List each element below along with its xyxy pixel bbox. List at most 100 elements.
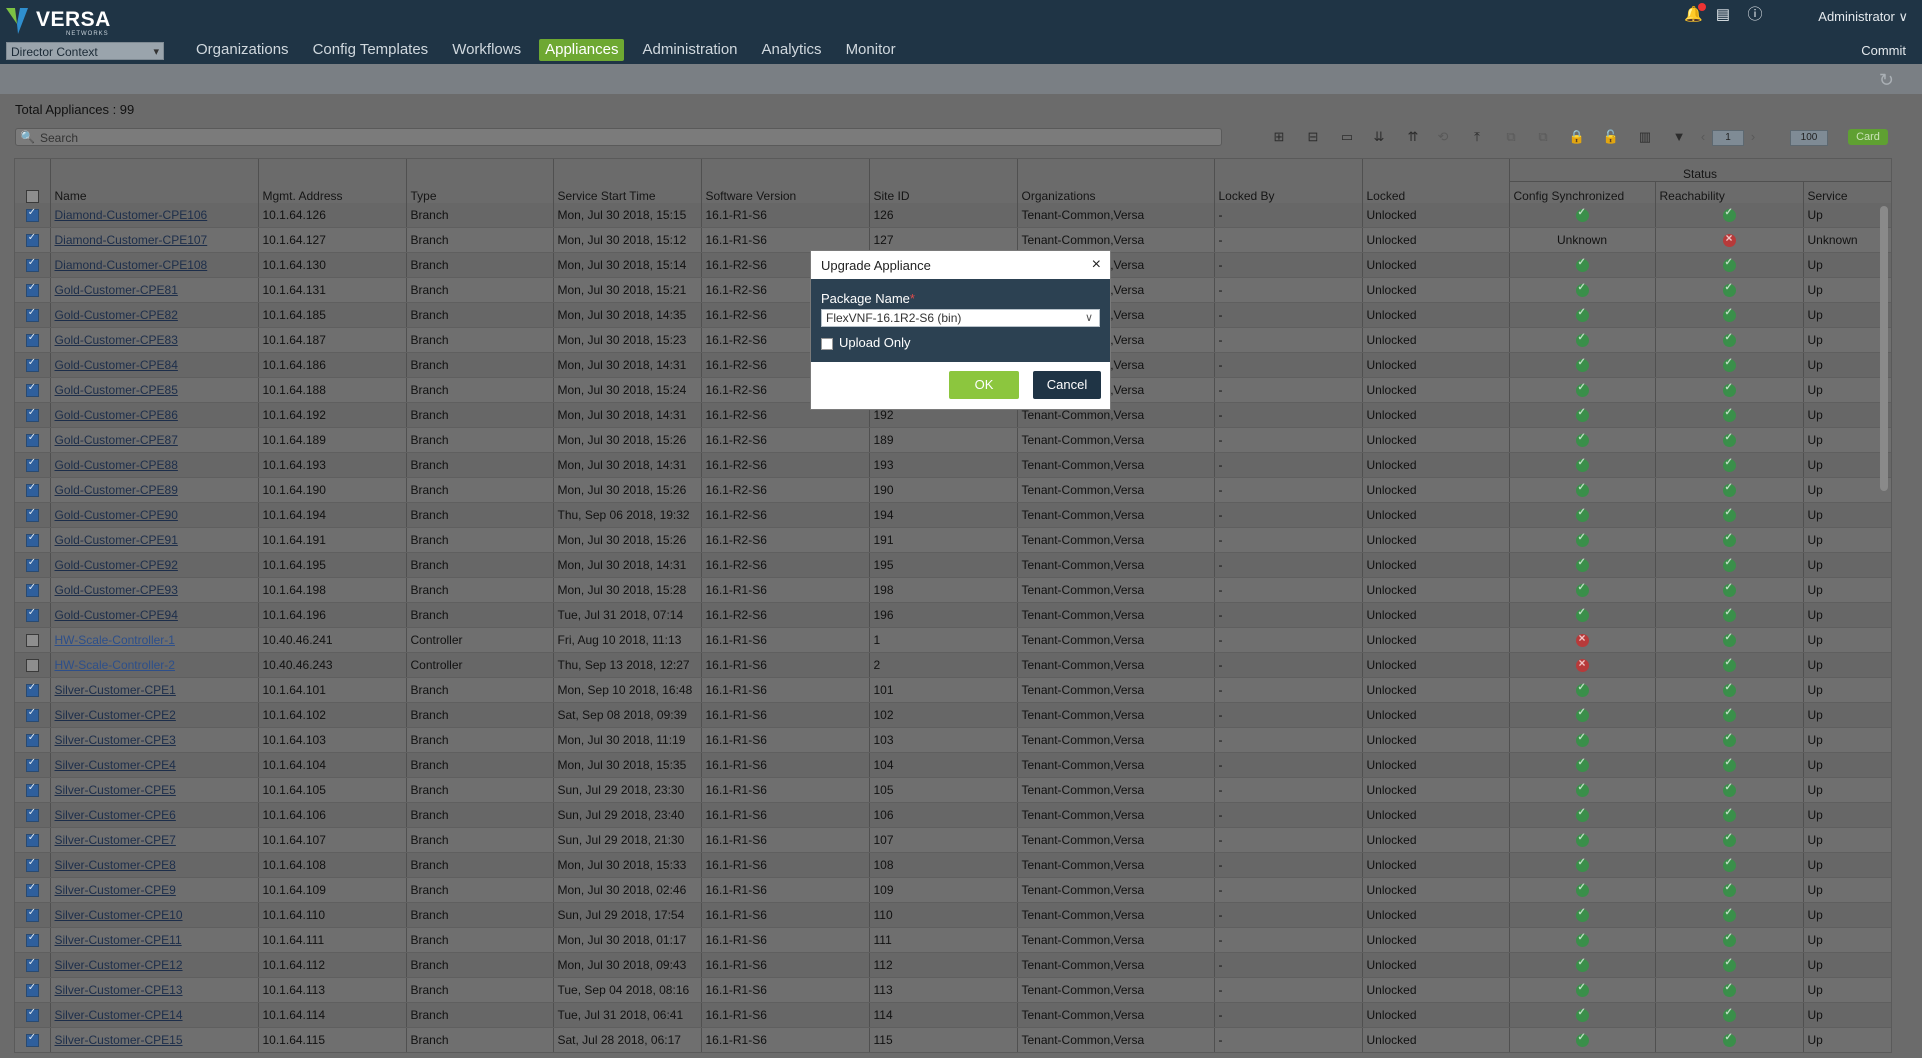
- appliance-name-link[interactable]: Gold-Customer-CPE81: [55, 283, 178, 297]
- nav-workflows[interactable]: Workflows: [446, 39, 527, 61]
- appliance-name-link[interactable]: Gold-Customer-CPE93: [55, 583, 178, 597]
- nav-organizations[interactable]: Organizations: [190, 39, 295, 61]
- page-number-input[interactable]: 1: [1712, 130, 1744, 146]
- tasks-list-icon[interactable]: ▤: [1714, 6, 1732, 24]
- versa-logo[interactable]: VERSA NETWORKS: [6, 6, 116, 37]
- appliance-name-link[interactable]: Gold-Customer-CPE84: [55, 358, 178, 372]
- row-checkbox[interactable]: [25, 782, 39, 798]
- table-row[interactable]: Silver-Customer-CPE14 10.1.64.114BranchTu…: [15, 1002, 1891, 1028]
- sync-icon[interactable]: ⟲: [1434, 128, 1452, 146]
- appliance-name-link[interactable]: Silver-Customer-CPE1: [55, 683, 176, 697]
- row-checkbox[interactable]: [25, 332, 39, 348]
- copy-icon[interactable]: ⧉: [1502, 128, 1520, 146]
- col-reachability[interactable]: Reachability: [1655, 181, 1804, 203]
- table-row[interactable]: Silver-Customer-CPE5 10.1.64.105BranchSun…: [15, 777, 1891, 803]
- package-name-select[interactable]: FlexVNF-16.1R2-S6 (bin) ∨: [821, 309, 1100, 327]
- appliance-name-link[interactable]: Silver-Customer-CPE12: [55, 958, 183, 972]
- row-checkbox[interactable]: [25, 634, 39, 648]
- card-view-button[interactable]: Card: [1848, 129, 1888, 145]
- refresh-icon[interactable]: ↻: [1879, 70, 1894, 91]
- row-checkbox[interactable]: [25, 257, 39, 273]
- appliance-name-link[interactable]: Gold-Customer-CPE87: [55, 433, 178, 447]
- row-checkbox[interactable]: [25, 907, 39, 923]
- page-size-select[interactable]: 100: [1790, 130, 1828, 146]
- remove-icon[interactable]: ⊟: [1304, 128, 1322, 146]
- appliance-name-link[interactable]: Silver-Customer-CPE14: [55, 1008, 183, 1022]
- row-checkbox[interactable]: [25, 407, 39, 423]
- import-icon[interactable]: ⇊: [1370, 128, 1388, 146]
- appliance-name-link[interactable]: HW-Scale-Controller-2: [55, 658, 175, 672]
- row-checkbox[interactable]: [25, 532, 39, 548]
- appliance-name-link[interactable]: Silver-Customer-CPE13: [55, 983, 183, 997]
- table-row[interactable]: Silver-Customer-CPE9 10.1.64.109BranchMon…: [15, 877, 1891, 903]
- appliance-name-link[interactable]: Silver-Customer-CPE11: [55, 933, 182, 947]
- row-checkbox[interactable]: [25, 1007, 39, 1023]
- appliance-name-link[interactable]: Silver-Customer-CPE3: [55, 733, 176, 747]
- commit-button[interactable]: Commit: [1861, 43, 1906, 58]
- col-config-synchronized[interactable]: Config Synchronized: [1509, 181, 1656, 203]
- row-checkbox[interactable]: [25, 982, 39, 998]
- row-checkbox[interactable]: [25, 207, 39, 223]
- row-checkbox[interactable]: [25, 557, 39, 573]
- row-checkbox[interactable]: [25, 932, 39, 948]
- col-service-start-time[interactable]: Service Start Time: [553, 159, 702, 203]
- select-all-checkbox[interactable]: [25, 190, 39, 203]
- row-checkbox[interactable]: [25, 882, 39, 898]
- row-checkbox[interactable]: [25, 582, 39, 598]
- table-row[interactable]: Gold-Customer-CPE94 10.1.64.196BranchTue,…: [15, 602, 1891, 628]
- row-checkbox[interactable]: [25, 757, 39, 773]
- nav-config-templates[interactable]: Config Templates: [307, 39, 435, 61]
- ok-button[interactable]: OK: [949, 371, 1019, 399]
- table-row[interactable]: HW-Scale-Controller-1 10.40.46.241 Control…: [15, 627, 1891, 653]
- director-context-select[interactable]: Director Context ▾: [6, 42, 164, 60]
- upload-only-checkbox[interactable]: [821, 337, 833, 350]
- appliance-name-link[interactable]: Silver-Customer-CPE10: [55, 908, 183, 922]
- row-checkbox[interactable]: [25, 357, 39, 373]
- appliance-name-link[interactable]: Gold-Customer-CPE92: [55, 558, 178, 572]
- row-checkbox[interactable]: [25, 432, 39, 448]
- info-icon[interactable]: ⓘ: [1746, 6, 1764, 24]
- unlock-icon[interactable]: 🔓: [1602, 128, 1620, 146]
- table-row[interactable]: Gold-Customer-CPE91 10.1.64.191BranchMon,…: [15, 527, 1891, 553]
- search-input[interactable]: [38, 129, 1212, 147]
- appliance-name-link[interactable]: Gold-Customer-CPE85: [55, 383, 178, 397]
- table-row[interactable]: Silver-Customer-CPE15 10.1.64.115BranchSa…: [15, 1027, 1891, 1052]
- add-icon[interactable]: ⊞: [1270, 128, 1288, 146]
- upload-only-option[interactable]: Upload Only: [821, 335, 911, 350]
- table-row[interactable]: Silver-Customer-CPE13 10.1.64.113BranchTu…: [15, 977, 1891, 1003]
- appliance-name-link[interactable]: Diamond-Customer-CPE107: [55, 233, 208, 247]
- appliance-name-link[interactable]: Silver-Customer-CPE2: [55, 708, 176, 722]
- col-service[interactable]: Service: [1803, 181, 1891, 203]
- row-checkbox[interactable]: [25, 282, 39, 298]
- row-checkbox[interactable]: [25, 482, 39, 498]
- appliance-name-link[interactable]: Gold-Customer-CPE82: [55, 308, 178, 322]
- appliance-name-link[interactable]: Silver-Customer-CPE9: [55, 883, 176, 897]
- close-icon[interactable]: ×: [1092, 256, 1101, 274]
- columns-icon[interactable]: ▥: [1636, 128, 1654, 146]
- appliance-name-link[interactable]: Silver-Customer-CPE8: [55, 858, 176, 872]
- row-checkbox[interactable]: [25, 957, 39, 973]
- row-checkbox[interactable]: [25, 382, 39, 398]
- table-row[interactable]: Silver-Customer-CPE2 10.1.64.102BranchSat…: [15, 702, 1891, 728]
- row-checkbox[interactable]: [25, 857, 39, 873]
- col-type[interactable]: Type: [406, 159, 554, 203]
- table-row[interactable]: Diamond-Customer-CPE106 10.1.64.126Branch…: [15, 203, 1891, 228]
- row-checkbox[interactable]: [25, 507, 39, 523]
- col-name[interactable]: Name: [50, 159, 259, 203]
- table-row[interactable]: Diamond-Customer-CPE107 10.1.64.127Branch…: [15, 227, 1891, 253]
- notification-bell-icon[interactable]: 🔔: [1684, 3, 1706, 24]
- col-software-version[interactable]: Software Version: [701, 159, 870, 203]
- appliance-name-link[interactable]: Silver-Customer-CPE7: [55, 833, 176, 847]
- col-site-id[interactable]: Site ID: [869, 159, 1018, 203]
- row-checkbox[interactable]: [25, 307, 39, 323]
- row-checkbox[interactable]: [25, 707, 39, 723]
- export-icon[interactable]: ⇈: [1404, 128, 1422, 146]
- prev-page-icon[interactable]: ‹: [1694, 128, 1712, 146]
- table-row[interactable]: Silver-Customer-CPE12 10.1.64.112BranchMo…: [15, 952, 1891, 978]
- lock-icon[interactable]: 🔒: [1568, 128, 1586, 146]
- col-mgmt-address[interactable]: Mgmt. Address: [258, 159, 407, 203]
- terminal-icon[interactable]: ▭: [1338, 128, 1356, 146]
- table-row[interactable]: Silver-Customer-CPE7 10.1.64.107BranchSun…: [15, 827, 1891, 853]
- row-checkbox[interactable]: [25, 832, 39, 848]
- table-row[interactable]: Silver-Customer-CPE11 10.1.64.111BranchMo…: [15, 927, 1891, 953]
